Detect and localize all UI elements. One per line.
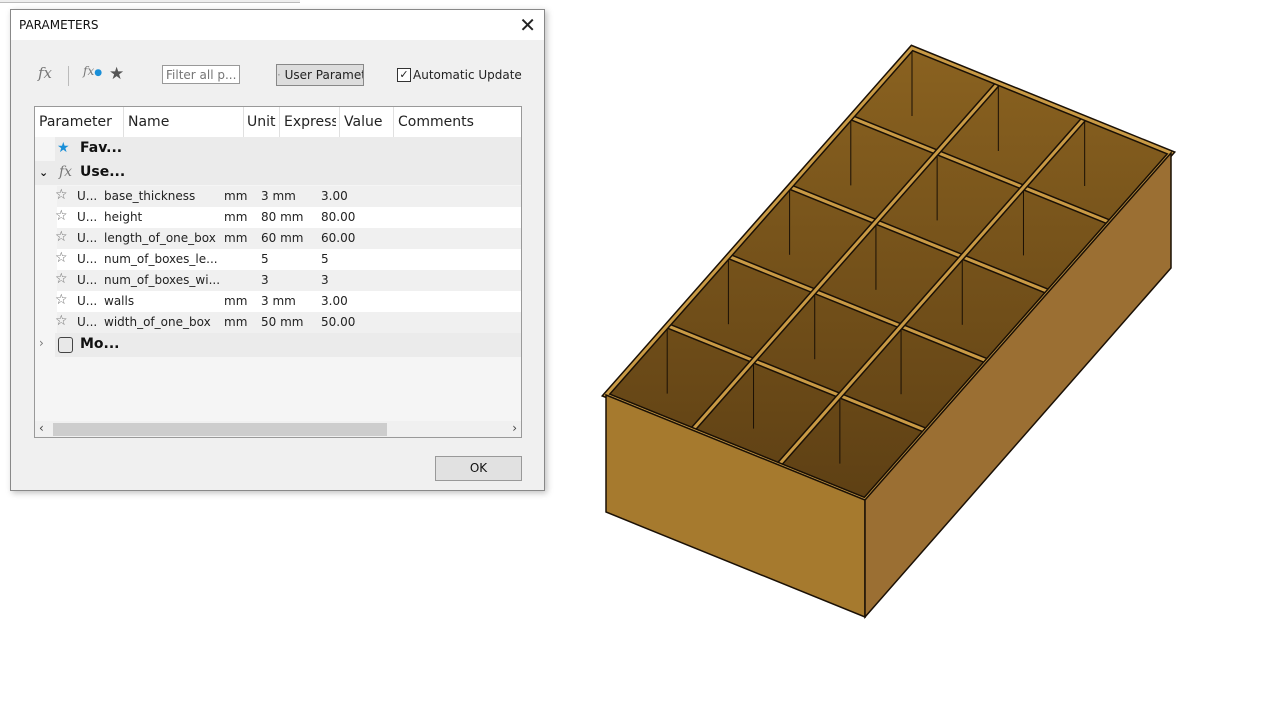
box-organizer-3d-model[interactable]	[0, 0, 1268, 705]
